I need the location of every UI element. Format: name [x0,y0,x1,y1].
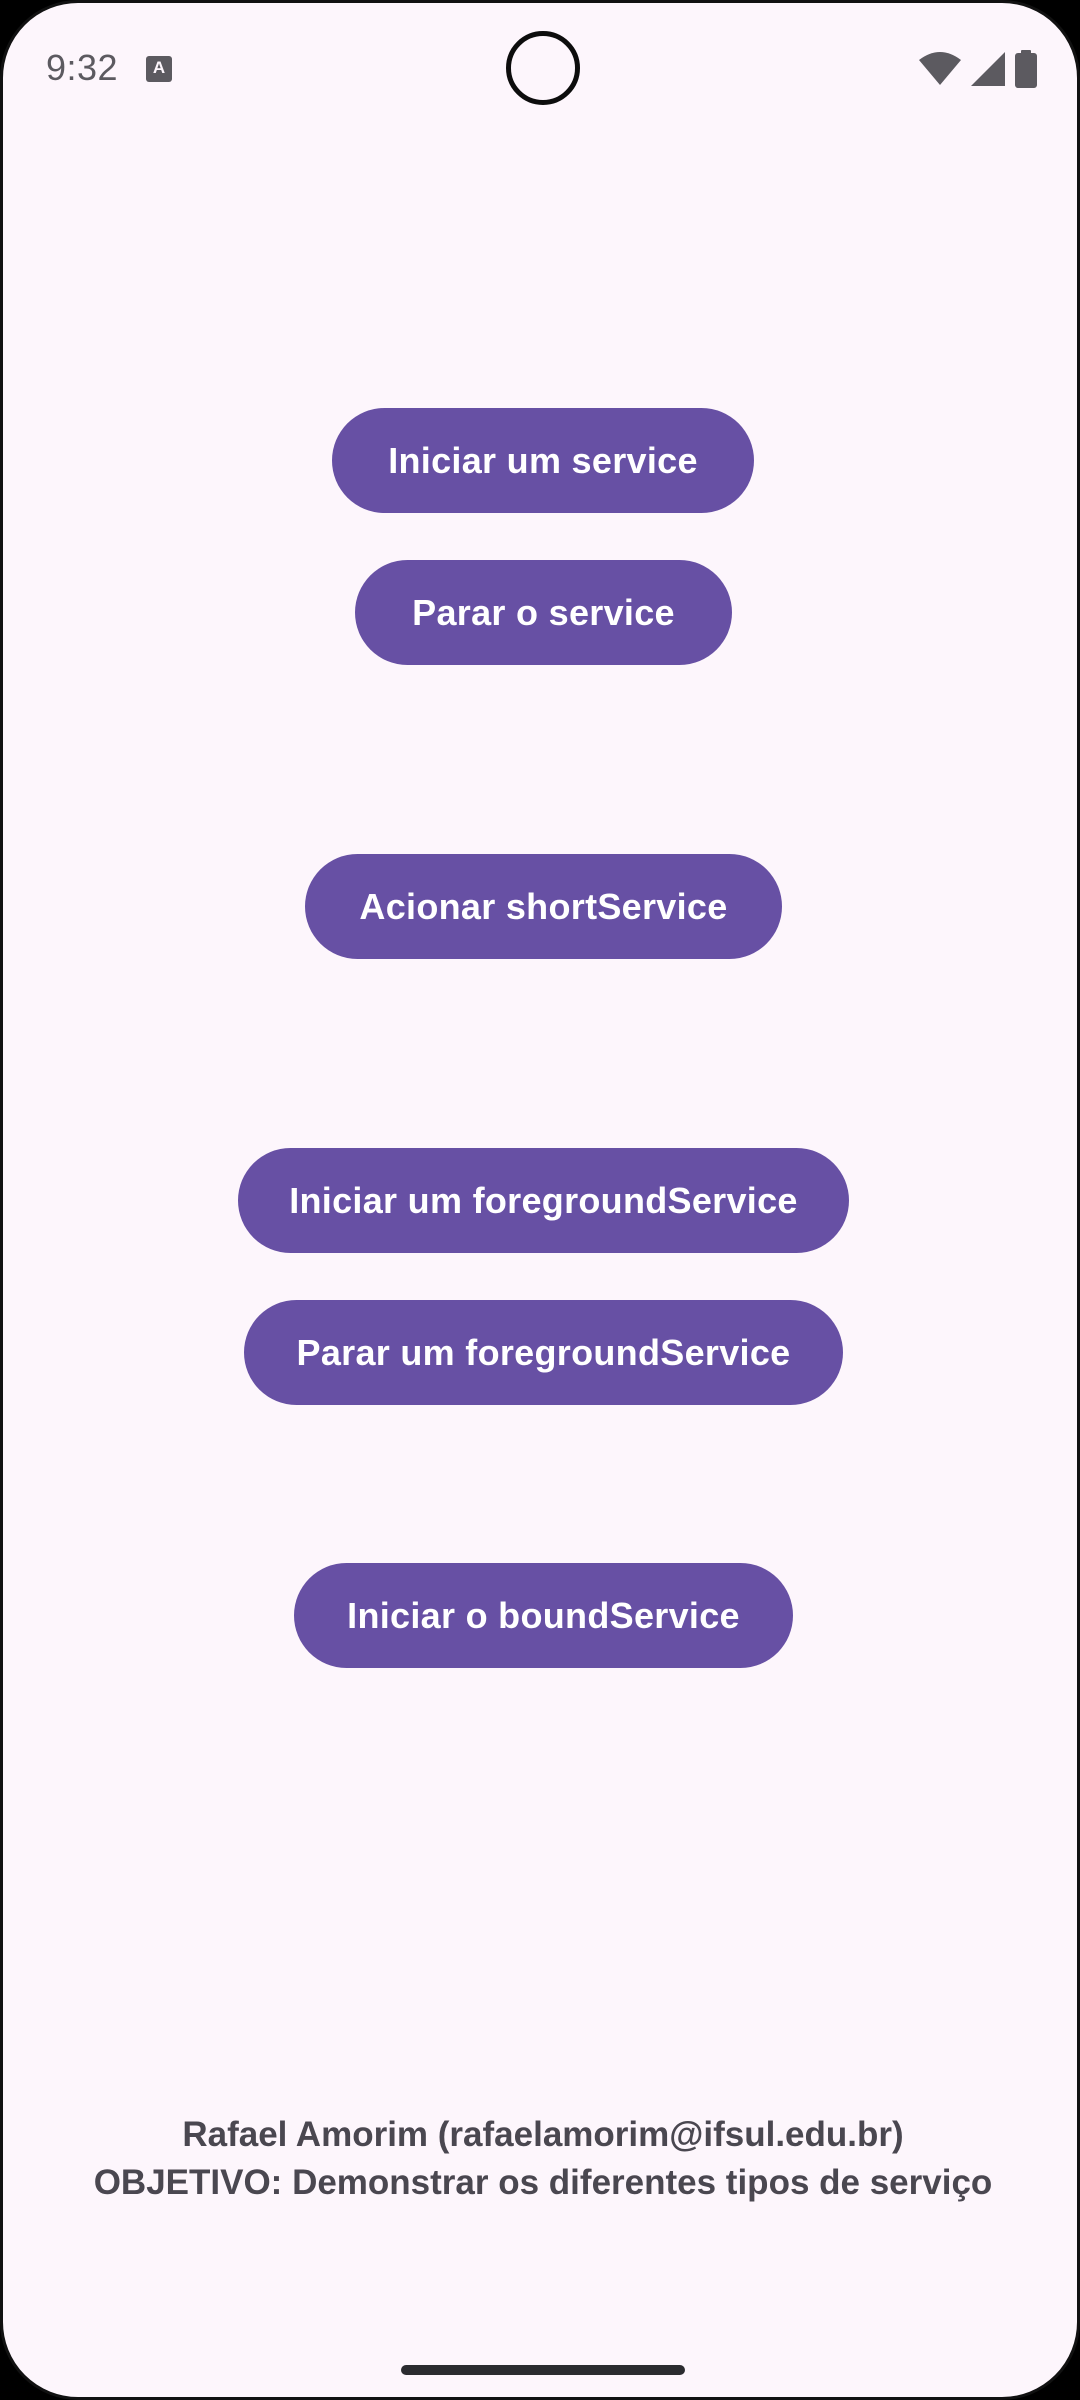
author-text: Rafael Amorim (rafaelamorim@ifsul.edu.br… [182,2115,904,2154]
gesture-navigation-bar[interactable] [401,2365,685,2375]
objective-text: OBJETIVO: Demonstrar os diferentes tipos… [93,2163,993,2202]
accessibility-notification-icon: A [146,56,172,82]
start-service-button[interactable]: Iniciar um service [332,408,754,513]
footer-info: Rafael Amorim (rafaelamorim@ifsul.edu.br… [3,2111,1077,2207]
status-time: 9:32 [46,47,119,88]
wifi-icon [919,52,961,86]
stop-foreground-service-button[interactable]: Parar um foregroundService [244,1300,843,1405]
stop-service-button[interactable]: Parar o service [355,560,732,665]
status-icons [919,49,1037,89]
phone-screen: 9:32 A Iniciar um service Parar o servic… [0,0,1080,2400]
start-foreground-service-button[interactable]: Iniciar um foregroundService [238,1148,849,1253]
cellular-signal-icon [971,52,1005,86]
short-service-button[interactable]: Acionar shortService [305,854,782,959]
start-bound-service-button[interactable]: Iniciar o boundService [294,1563,793,1668]
camera-cutout [506,31,580,105]
battery-icon [1015,50,1037,88]
